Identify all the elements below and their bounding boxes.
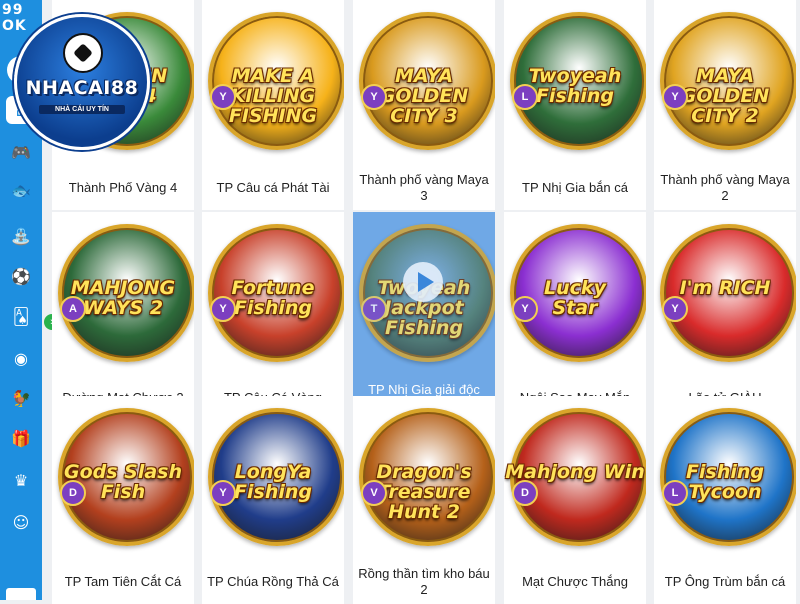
game-thumbnail[interactable]: MAHJONG WAYS 2A [52, 212, 194, 376]
football-icon: ⚽ [11, 266, 31, 286]
cards-icon: 🂡 [12, 306, 30, 326]
game-title[interactable]: TP Tam Tiên Cắt Cá [52, 560, 194, 604]
sidebar-item-gamepad[interactable]: 🎮 [6, 138, 36, 166]
game-card[interactable]: Lucky StarYNgôi Sao May Mắn [504, 212, 646, 420]
game-card[interactable]: Fortune FishingYTP Câu Cá Vàng [202, 212, 344, 420]
sidebar-item-fish[interactable]: 🐟 [6, 176, 36, 204]
game-title[interactable]: TP Nhị Gia bắn cá [504, 166, 646, 210]
logo-slogan: NHÀ CÁI UY TÍN [39, 105, 125, 114]
gamepad-icon: 🎮 [11, 142, 31, 162]
football-icon [63, 33, 103, 73]
provider-badge: V [361, 480, 387, 506]
game-title[interactable]: Thành phố vàng Maya 3 [353, 166, 495, 210]
provider-badge: T [361, 296, 387, 322]
provider-badge: A [60, 296, 86, 322]
sidebar-item-gift[interactable]: 🎁 [6, 424, 36, 452]
game-thumbnail[interactable]: Gods Slash Fish D [52, 396, 194, 560]
fish-icon: 🐟 [11, 180, 31, 200]
game-title[interactable]: Thành phố vàng Maya 2 [654, 166, 796, 210]
logo-name: NHACAI88 [25, 77, 139, 99]
sidebar-item-cards[interactable]: 🂡 [6, 302, 36, 330]
provider-badge: Y [662, 296, 688, 322]
coin-icon: ◉ [14, 348, 28, 368]
cockfight-icon: 🐓 [11, 388, 31, 408]
game-thumbnail[interactable]: MAYA GOLDEN CITY 2Y [654, 0, 796, 166]
game-thumbnail[interactable]: LongYa Fishing Y [202, 396, 344, 560]
vip-icon: ♛ [13, 470, 29, 490]
provider-badge: Y [512, 296, 538, 322]
brand-top: 99 [2, 2, 24, 18]
game-card[interactable]: LongYa Fishing Y TP Chúa Rồng Thả Cá [202, 396, 344, 604]
provider-badge: D [60, 480, 86, 506]
game-card[interactable]: Twoyeah Fishing L TP Nhị Gia bắn cá [504, 0, 646, 210]
support-icon: ☺ [12, 512, 30, 532]
game-thumbnail[interactable]: MAYA GOLDEN CITY 3Y [353, 0, 495, 166]
game-thumbnail[interactable]: Lucky Star Y [504, 212, 646, 376]
game-card[interactable]: MAKE A KILLING FISHING Y TP Câu cá Phát Tà… [202, 0, 344, 210]
play-icon[interactable] [403, 262, 443, 302]
game-thumbnail[interactable]: MAKE A KILLING FISHING Y [202, 0, 344, 166]
game-logo-text: Mahjong Win [505, 461, 645, 483]
game-thumbnail[interactable]: Mahjong Win D [504, 396, 646, 560]
game-title[interactable]: TP Câu cá Phát Tài [202, 166, 344, 210]
game-thumbnail[interactable]: Fortune Fishing Y [202, 212, 344, 376]
game-title[interactable]: Rồng thần tìm kho báu 2 [353, 560, 495, 604]
game-card[interactable]: Fishing Tycoon L TP Ông Trùm bắn cá [654, 396, 796, 604]
game-card[interactable]: MAYA GOLDEN CITY 3 Y Thành phố vàng Maya 3 [353, 0, 495, 210]
sidebar-item-lottery[interactable]: ⛲ [6, 222, 36, 250]
game-grid: GOLDEN CITY 4Thành Phố Vàng 4MAKE A KILL… [52, 0, 800, 604]
sidebar-item-vip[interactable]: ♛ [6, 466, 36, 494]
game-title[interactable]: Mạt Chược Thắng [504, 560, 646, 604]
game-title[interactable]: TP Chúa Rồng Thả Cá [202, 560, 344, 604]
game-card[interactable]: I'm RICHYLão tử GIÀU [654, 212, 796, 420]
sidebar-item-support[interactable]: ☺ [6, 508, 36, 536]
game-thumbnail[interactable]: Fishing Tycoon L [654, 396, 796, 560]
game-thumbnail[interactable]: Twoyeah Fishing L [504, 0, 646, 166]
sidebar-item-cockfight[interactable]: 🐓 [6, 384, 36, 412]
provider-badge: L [512, 84, 538, 110]
game-thumbnail[interactable]: Dragon's Treasure Hunt 2V [353, 396, 495, 560]
sidebar-item-football[interactable]: ⚽ [6, 262, 36, 290]
provider-badge: D [512, 480, 538, 506]
game-card[interactable]: Dragon's Treasure Hunt 2 V Rồng thần tìm k… [353, 396, 495, 604]
game-thumbnail[interactable]: I'm RICH Y [654, 212, 796, 376]
game-title[interactable]: Thành Phố Vàng 4 [52, 166, 194, 210]
game-card[interactable]: Twoyeah Jackpot FishingTTP Nhị Gia giải … [353, 212, 495, 420]
gift-icon: 🎁 [11, 428, 31, 448]
provider-badge: Y [361, 84, 387, 110]
game-card[interactable]: MAHJONG WAYS 2AĐường Mạt Chược 2 [52, 212, 194, 420]
provider-badge: Y [210, 296, 236, 322]
lottery-icon: ⛲ [11, 226, 31, 246]
game-card[interactable]: Gods Slash Fish D TP Tam Tiên Cắt Cá [52, 396, 194, 604]
game-title[interactable]: TP Ông Trùm bắn cá [654, 560, 796, 604]
game-logo-text: I'm RICH [679, 277, 771, 299]
provider-badge: Y [210, 84, 236, 110]
nav-more-tab[interactable] [6, 588, 36, 600]
game-thumbnail[interactable]: Twoyeah Jackpot FishingT [353, 212, 495, 376]
provider-badge: Y [210, 480, 236, 506]
provider-badge: Y [662, 84, 688, 110]
game-card[interactable]: MAYA GOLDEN CITY 2 Y Thành phố vàng Maya 2 [654, 0, 796, 210]
nhacai88-logo: NHACAI88 NHÀ CÁI UY TÍN [14, 14, 150, 150]
game-card[interactable]: Mahjong Win D Mạt Chược Thắng [504, 396, 646, 604]
sidebar-item-coin[interactable]: ◉ [6, 344, 36, 372]
provider-badge: L [662, 480, 688, 506]
